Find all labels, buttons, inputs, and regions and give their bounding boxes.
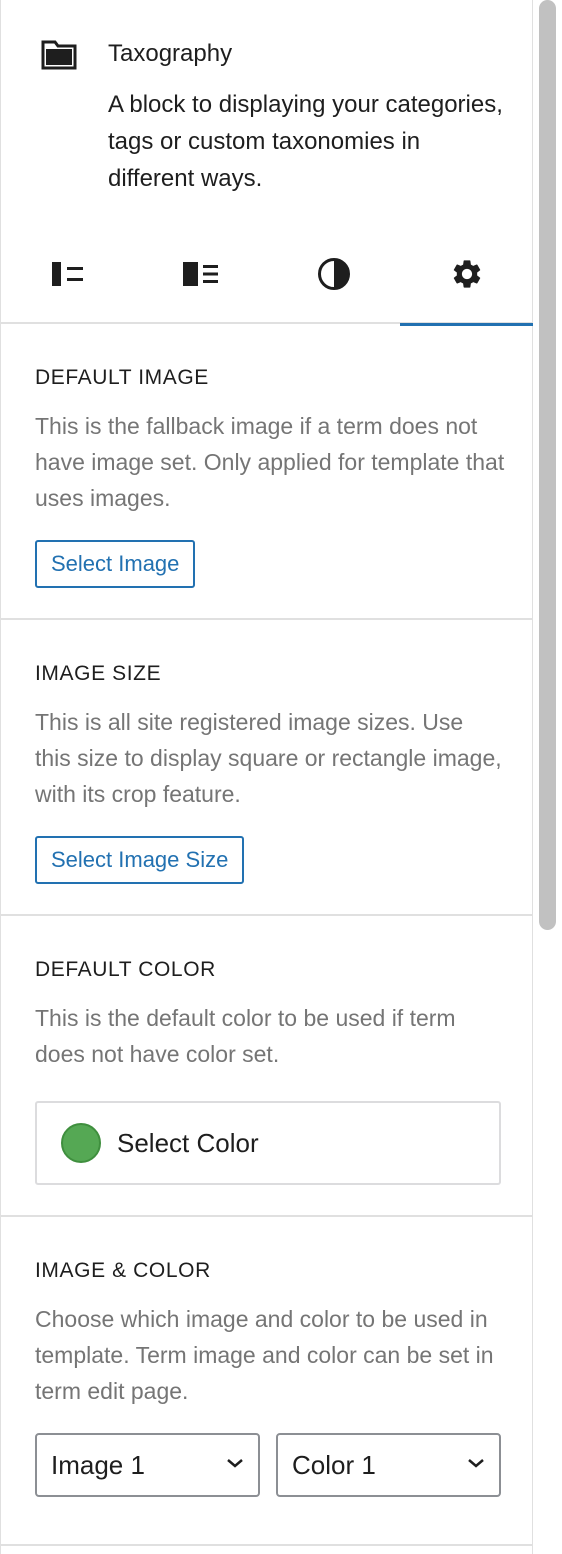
section-help-text: Choose which image and color to be used … xyxy=(35,1306,494,1404)
chevron-down-icon xyxy=(467,1456,485,1474)
block-description: A block to displaying your categories, t… xyxy=(108,91,503,192)
section-heading: IMAGE SIZE xyxy=(35,662,162,685)
image-size-panel: IMAGE SIZE This is all site registered i… xyxy=(1,620,534,916)
image-color-panel: IMAGE & COLOR Choose which image and col… xyxy=(1,1217,534,1546)
inspector-tabs xyxy=(1,228,534,326)
block-card: Taxography A block to displaying your ca… xyxy=(1,0,534,230)
select-color-label: Select Color xyxy=(117,1127,259,1158)
default-image-panel: DEFAULT IMAGE This is the fallback image… xyxy=(1,324,534,620)
color-swatch xyxy=(61,1123,101,1163)
block-inspector-panel: Taxography A block to displaying your ca… xyxy=(0,0,534,1554)
tab-styles[interactable] xyxy=(267,228,400,324)
select-color-button[interactable]: Select Color xyxy=(35,1101,501,1185)
section-heading: DEFAULT IMAGE xyxy=(35,366,209,389)
tab-settings[interactable] xyxy=(400,228,533,326)
layout-grid-icon xyxy=(182,261,220,292)
block-title: Taxography xyxy=(108,40,233,67)
section-help-text: This is all site registered image sizes.… xyxy=(35,709,502,807)
image-select[interactable]: Image 1 xyxy=(35,1433,260,1497)
section-help-text: This is the default color to be used if … xyxy=(35,1005,456,1067)
color-select-value: Color 1 xyxy=(292,1449,376,1480)
color-select[interactable]: Color 1 xyxy=(276,1433,501,1497)
select-image-size-button[interactable]: Select Image Size xyxy=(35,836,245,884)
contrast-icon xyxy=(317,257,351,296)
tab-list-layout[interactable] xyxy=(1,228,134,324)
chevron-down-icon xyxy=(226,1456,244,1474)
tab-grid-layout[interactable] xyxy=(134,228,267,324)
scrollbar-thumb[interactable] xyxy=(539,0,556,930)
section-heading: IMAGE & COLOR xyxy=(35,1259,211,1282)
gear-icon xyxy=(450,257,484,296)
layout-list-icon xyxy=(51,261,85,292)
default-color-panel: DEFAULT COLOR This is the default color … xyxy=(1,916,534,1217)
folder-icon xyxy=(41,40,77,70)
section-help-text: This is the fallback image if a term doe… xyxy=(35,413,505,511)
section-heading: DEFAULT COLOR xyxy=(35,958,216,981)
image-select-value: Image 1 xyxy=(51,1449,145,1480)
select-image-button[interactable]: Select Image xyxy=(35,540,196,588)
